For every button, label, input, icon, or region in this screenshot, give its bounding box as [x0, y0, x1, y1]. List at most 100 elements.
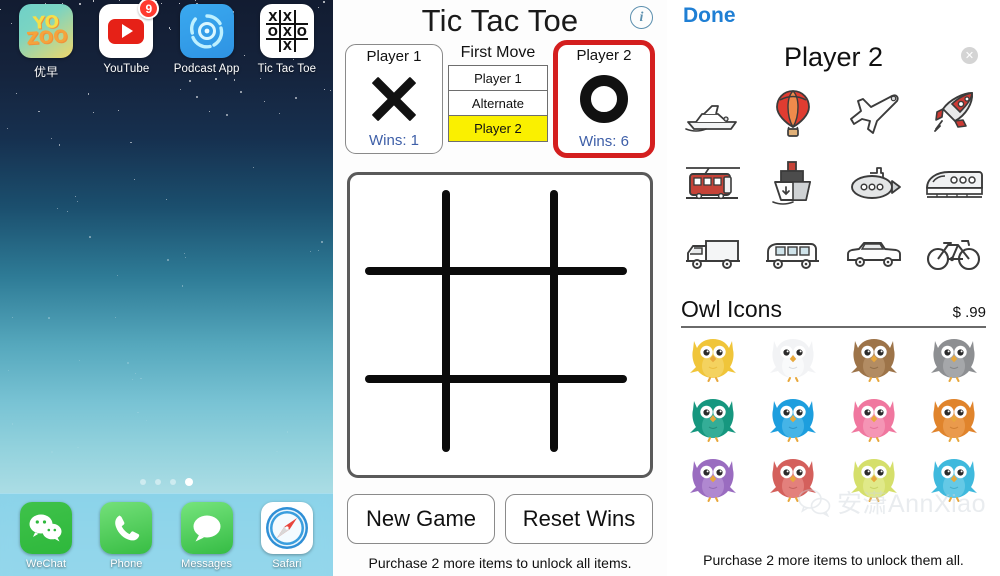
tram-icon[interactable]: [677, 150, 749, 216]
dock-label: Safari: [272, 558, 302, 570]
dock-label: Phone: [110, 558, 143, 570]
icon-cell-x: X: [282, 24, 292, 39]
rocket-icon[interactable]: [918, 80, 990, 146]
done-button[interactable]: Done: [683, 4, 736, 28]
game-board[interactable]: [347, 172, 653, 478]
car-icon[interactable]: [838, 220, 910, 286]
dock-item-messages[interactable]: Messages: [170, 502, 244, 570]
player2-wins: Wins: 6: [578, 133, 629, 150]
owl-icon-grid: [667, 328, 1000, 508]
owl-grey-icon[interactable]: [918, 329, 990, 387]
page-dot[interactable]: [155, 479, 161, 485]
icon-cell-x: X: [282, 39, 292, 53]
transport-icon-row: [667, 78, 1000, 148]
store-header: Player 2 ✕: [667, 36, 1000, 78]
transport-icon-row: [667, 148, 1000, 218]
owl-cyan-icon[interactable]: [918, 449, 990, 507]
app-tictactoe[interactable]: XXOXOX Tic Tac Toe: [250, 4, 324, 80]
store-title: Player 2: [783, 41, 884, 72]
game-purchase-note: Purchase 2 more items to unlock all item…: [368, 555, 632, 571]
owl-pink-icon[interactable]: [838, 389, 910, 447]
app-yozoo[interactable]: YO ZOO 优早: [9, 4, 83, 80]
info-icon[interactable]: i: [630, 6, 653, 29]
new-game-button[interactable]: New Game: [347, 494, 495, 544]
player2-card[interactable]: Player 2 Wins: 6: [552, 40, 655, 158]
hot-air-balloon-icon[interactable]: [757, 80, 829, 146]
dock: WeChat Phone Messages Safari: [0, 493, 333, 576]
safari-icon[interactable]: [260, 502, 313, 554]
reset-wins-button[interactable]: Reset Wins: [505, 494, 653, 544]
app-youtube[interactable]: 9 YouTube: [89, 0, 163, 80]
page-dots: [0, 478, 333, 486]
first-move-option[interactable]: Player 2: [448, 116, 547, 141]
airplane-icon[interactable]: [838, 80, 910, 146]
dock-item-wechat[interactable]: WeChat: [9, 502, 83, 570]
store-nav-bar: Done: [667, 0, 1000, 36]
ship-icon[interactable]: [757, 150, 829, 216]
owl-icon-row: [667, 388, 1000, 448]
icon-cell-x: X: [268, 10, 278, 24]
owl-red-icon[interactable]: [757, 449, 829, 507]
player1-wins: Wins: 1: [369, 132, 420, 149]
transport-icon-row: [667, 218, 1000, 288]
store-purchase-note: Purchase 2 more items to unlock them all…: [703, 552, 964, 568]
x-mark-icon: [371, 76, 417, 122]
bullet-train-icon[interactable]: [918, 150, 990, 216]
dock-label: Messages: [181, 558, 233, 570]
speedboat-icon[interactable]: [677, 80, 749, 146]
tictactoe-game-panel: Tic Tac Toe i Player 1 Wins: 1 First Mov…: [333, 0, 667, 576]
owl-blue-icon[interactable]: [757, 389, 829, 447]
submarine-icon[interactable]: [838, 150, 910, 216]
owl-lime-icon[interactable]: [838, 449, 910, 507]
app-label: YouTube: [103, 63, 150, 75]
section-title: Owl Icons: [681, 296, 782, 322]
first-move-option[interactable]: Alternate: [448, 91, 547, 116]
first-move-options: Player 1 Alternate Player 2: [447, 65, 548, 142]
page-dot[interactable]: [170, 479, 176, 485]
icon-picker-panel: Done Player 2 ✕ Owl Icons $ .99 安潇AnnXia…: [667, 0, 1000, 576]
bicycle-icon[interactable]: [918, 220, 990, 286]
page-dot[interactable]: [140, 479, 146, 485]
youtube-icon[interactable]: 9: [99, 0, 160, 58]
tictactoe-icon[interactable]: XXOXOX: [259, 4, 314, 58]
app-label: 优早: [34, 65, 59, 79]
notification-badge: 9: [138, 0, 160, 19]
first-move-option[interactable]: Player 1: [448, 66, 547, 91]
page-dot[interactable]: [185, 478, 193, 486]
owl-brown-icon[interactable]: [838, 329, 910, 387]
icon-cell-o: O: [267, 24, 278, 39]
minibus-icon[interactable]: [757, 220, 829, 286]
owl-section-header: Owl Icons $ .99: [681, 296, 986, 328]
owl-yellow-icon[interactable]: [677, 329, 749, 387]
app-label: Podcast App: [173, 63, 240, 75]
messages-icon[interactable]: [180, 502, 233, 554]
app-podcast[interactable]: Podcast App: [170, 4, 244, 80]
owl-orange-icon[interactable]: [918, 389, 990, 447]
icon-cell-o: O: [296, 24, 307, 39]
wallpaper-stars: [0, 0, 333, 576]
screenshot-root: YO ZOO 优早 9 YouTube Podcast App X X O X …: [0, 0, 1000, 576]
owl-white-icon[interactable]: [757, 329, 829, 387]
phone-icon[interactable]: [100, 502, 153, 554]
dock-item-safari[interactable]: Safari: [250, 502, 324, 570]
player2-name: Player 2: [576, 47, 632, 64]
player1-card[interactable]: Player 1 Wins: 1: [345, 44, 444, 154]
owl-purple-icon[interactable]: [677, 449, 749, 507]
box-truck-icon[interactable]: [677, 220, 749, 286]
page-title: Tic Tac Toe: [421, 3, 579, 38]
owl-icon-row: [667, 448, 1000, 508]
dock-label: WeChat: [26, 558, 67, 570]
first-move-label: First Move: [460, 44, 536, 61]
clear-circle-icon[interactable]: ✕: [961, 47, 978, 64]
owl-teal-icon[interactable]: [677, 389, 749, 447]
app-label: Tic Tac Toe: [257, 63, 317, 75]
player1-name: Player 1: [366, 48, 422, 65]
section-price: $ .99: [952, 304, 986, 321]
icon-cell-x: X: [282, 10, 292, 24]
ios-home-screen: YO ZOO 优早 9 YouTube Podcast App X X O X …: [0, 0, 333, 576]
dock-item-phone[interactable]: Phone: [89, 502, 163, 570]
first-move-selector: First Move Player 1 Alternate Player 2: [447, 44, 549, 142]
podcast-icon[interactable]: [179, 4, 234, 58]
wechat-icon[interactable]: [20, 502, 73, 554]
yozoo-icon[interactable]: YO ZOO: [19, 4, 74, 58]
